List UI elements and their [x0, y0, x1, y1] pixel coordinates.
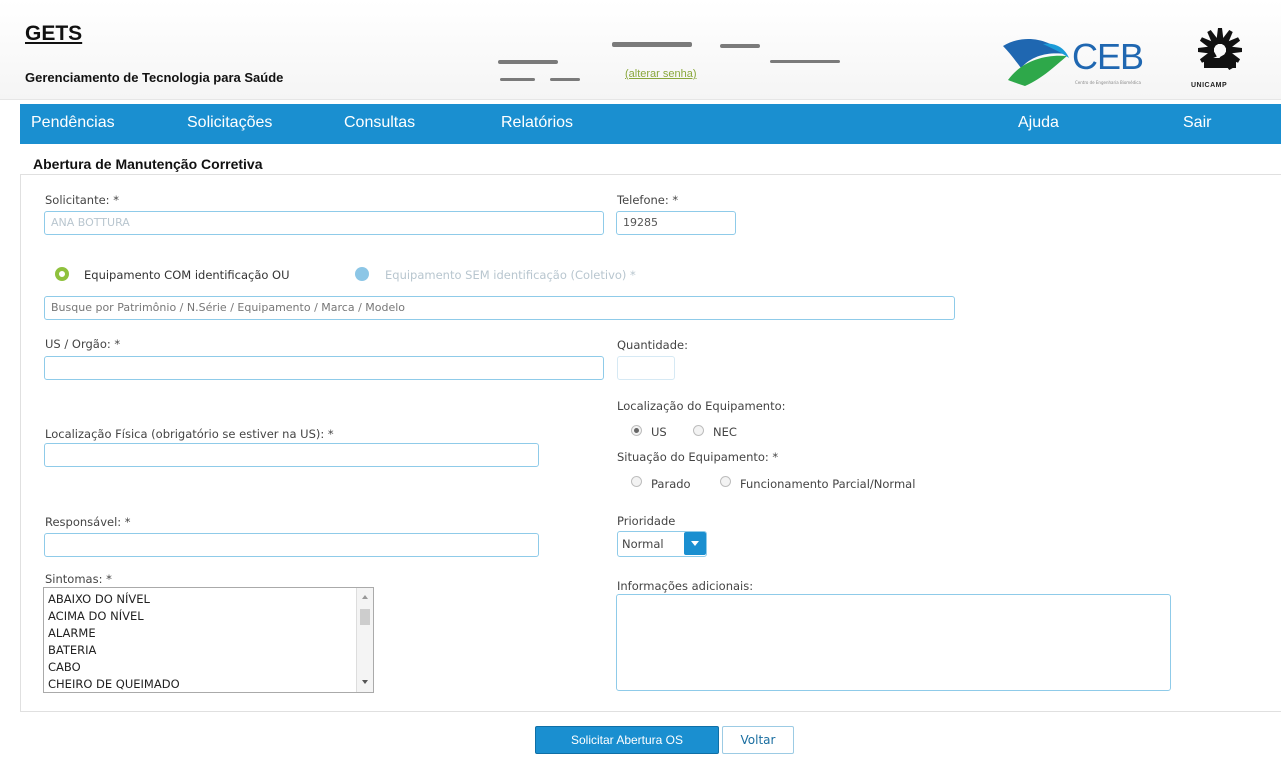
redacted-user-info: [770, 60, 840, 63]
nav-item-pendencias[interactable]: Pendências: [31, 114, 115, 132]
situacao-parado-label: Parado: [651, 477, 691, 491]
equip-sem-id-label: Equipamento SEM identificação (Coletivo)…: [385, 268, 636, 282]
equip-com-id-radio[interactable]: [55, 267, 69, 281]
list-item[interactable]: ACIMA DO NÍVEL: [48, 609, 144, 623]
nav-item-ajuda[interactable]: Ajuda: [1018, 114, 1059, 132]
sintomas-scrollbar[interactable]: [356, 588, 373, 692]
situacao-funcionamento-label: Funcionamento Parcial/Normal: [740, 477, 916, 491]
situacao-funcionamento-radio[interactable]: [720, 476, 731, 487]
redacted-user-info: [500, 78, 535, 81]
responsavel-input[interactable]: [44, 533, 539, 557]
list-item[interactable]: BATERIA: [48, 643, 96, 657]
app-subtitle: Gerenciamento de Tecnologia para Saúde: [25, 70, 284, 85]
nav-item-consultas[interactable]: Consultas: [344, 114, 415, 132]
loc-nec-label: NEC: [713, 425, 737, 439]
list-item[interactable]: CHEIRO DE QUEIMADO: [48, 677, 180, 691]
unicamp-logo-text: UNICAMP: [1191, 82, 1228, 89]
solicitante-label: Solicitante: *: [45, 193, 119, 207]
telefone-input[interactable]: 19285: [616, 211, 736, 235]
change-password-link[interactable]: (alterar senha): [625, 68, 697, 80]
localizacao-fisica-input[interactable]: [44, 443, 539, 467]
scroll-thumb[interactable]: [360, 609, 370, 625]
sintomas-listbox[interactable]: ABAIXO DO NÍVEL ACIMA DO NÍVEL ALARME BA…: [43, 587, 374, 693]
info-adicionais-textarea[interactable]: [616, 594, 1171, 691]
responsavel-label: Responsável: *: [45, 515, 131, 529]
scroll-down-icon[interactable]: [362, 680, 368, 684]
main-navbar: Pendências Solicitações Consultas Relató…: [20, 104, 1281, 144]
loc-nec-radio[interactable]: [693, 425, 704, 436]
quantidade-input[interactable]: [617, 356, 675, 380]
localizacao-fisica-label: Localização Física (obrigatório se estiv…: [45, 427, 334, 441]
chevron-down-icon[interactable]: [684, 532, 706, 555]
nav-item-relatorios[interactable]: Relatórios: [501, 114, 573, 132]
app-header: GETS Gerenciamento de Tecnologia para Sa…: [0, 0, 1281, 100]
situacao-parado-radio[interactable]: [631, 476, 642, 487]
prioridade-label: Prioridade: [617, 514, 676, 528]
redacted-user-info: [720, 44, 760, 48]
app-title: GETS: [25, 22, 83, 45]
nav-item-solicitacoes[interactable]: Solicitações: [187, 114, 272, 132]
page-title: Abertura de Manutenção Corretiva: [33, 156, 263, 172]
redacted-user-info: [612, 42, 692, 47]
prioridade-select[interactable]: Normal: [617, 531, 707, 557]
prioridade-value: Normal: [622, 537, 664, 551]
us-orgao-input[interactable]: [44, 356, 604, 380]
nav-item-sair[interactable]: Sair: [1183, 114, 1211, 132]
telefone-label: Telefone: *: [617, 193, 679, 207]
quantidade-label: Quantidade:: [617, 338, 688, 352]
loc-us-radio[interactable]: [631, 425, 642, 436]
sintomas-label: Sintomas: *: [45, 572, 112, 586]
us-orgao-label: US / Orgão: *: [45, 337, 121, 351]
list-item[interactable]: CABO: [48, 660, 81, 674]
ceb-logo-text: CEB: [1072, 36, 1144, 77]
equip-com-id-label: Equipamento COM identificação OU: [84, 268, 290, 282]
ceb-tagline: Centro de Engenharia Biomédica: [1075, 80, 1141, 85]
loc-us-label: US: [651, 425, 667, 439]
equip-sem-id-radio[interactable]: [355, 267, 369, 281]
solicitante-input[interactable]: ANA BOTTURA: [44, 211, 604, 235]
solicitar-abertura-os-button[interactable]: Solicitar Abertura OS: [535, 726, 719, 754]
redacted-user-info: [498, 60, 558, 64]
scroll-up-icon[interactable]: [362, 595, 368, 599]
equipment-search-input[interactable]: Busque por Patrimônio / N.Série / Equipa…: [44, 296, 955, 320]
localizacao-equip-label: Localização do Equipamento:: [617, 399, 786, 413]
list-item[interactable]: ABAIXO DO NÍVEL: [48, 592, 150, 606]
info-adicionais-label: Informações adicionais:: [617, 579, 754, 593]
redacted-user-info: [550, 78, 580, 81]
situacao-label: Situação do Equipamento: *: [617, 450, 779, 464]
voltar-button[interactable]: Voltar: [722, 726, 794, 754]
list-item[interactable]: ALARME: [48, 626, 96, 640]
